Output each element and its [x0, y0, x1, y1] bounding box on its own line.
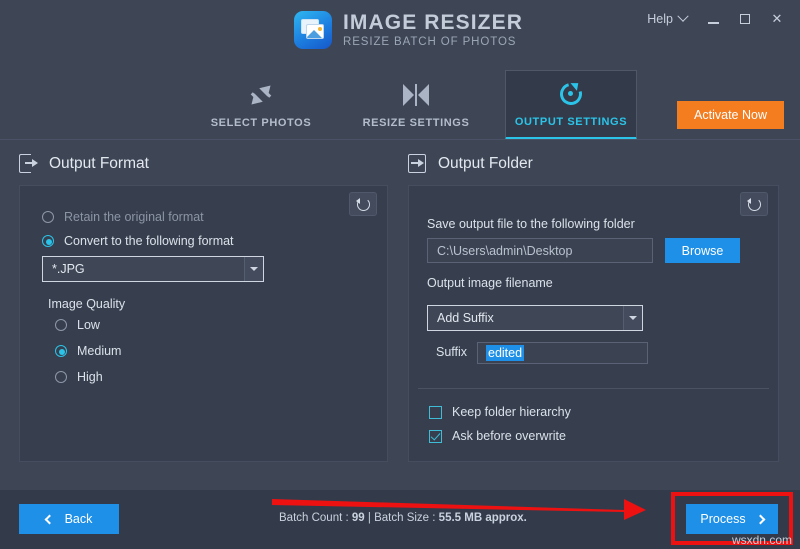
tab-select-photos-label: SELECT PHOTOS — [210, 116, 312, 129]
photos-stack-icon — [294, 11, 332, 49]
process-button[interactable]: Process — [686, 504, 778, 534]
radio-quality-low-label: Low — [77, 318, 100, 332]
app-brand: IMAGE RESIZER RESIZE BATCH OF PHOTOS — [294, 11, 523, 49]
output-format-reset-button[interactable] — [349, 192, 377, 216]
radio-indicator — [55, 345, 67, 357]
radio-indicator — [55, 319, 67, 331]
tab-output-settings-label: OUTPUT SETTINGS — [514, 115, 628, 128]
suffix-label: Suffix — [436, 345, 468, 359]
folder-export-icon — [408, 154, 426, 173]
filename-mode-value: Add Suffix — [437, 311, 494, 325]
format-select-value: *.JPG — [52, 262, 85, 276]
radio-quality-high[interactable]: High — [55, 370, 103, 384]
radio-retain-original-format[interactable]: Retain the original format — [42, 210, 204, 224]
image-quality-label: Image Quality — [48, 297, 126, 311]
radio-convert-format[interactable]: Convert to the following format — [42, 234, 234, 248]
batch-size-label: Batch Size : — [374, 512, 436, 524]
checkbox-indicator — [429, 429, 442, 443]
minimize-button[interactable] — [698, 6, 728, 32]
help-menu-button[interactable]: Help — [638, 7, 696, 31]
suffix-input[interactable]: edited — [477, 342, 648, 364]
batch-size-value: 55.5 MB approx. — [438, 512, 527, 524]
app-subtitle: RESIZE BATCH OF PHOTOS — [343, 35, 517, 48]
batch-info: Batch Count : 99 | Batch Size : 55.5 MB … — [279, 512, 527, 524]
format-select[interactable]: *.JPG — [42, 256, 264, 282]
checkbox-ask-before-overwrite-label: Ask before overwrite — [452, 429, 566, 443]
radio-indicator — [42, 211, 54, 223]
reset-undo-icon — [355, 197, 370, 211]
tab-output-settings[interactable]: OUTPUT SETTINGS — [505, 70, 637, 140]
suffix-value: edited — [486, 345, 525, 361]
tab-resize-settings-label: RESIZE SETTINGS — [362, 116, 470, 129]
radio-retain-original-format-label: Retain the original format — [64, 210, 204, 224]
batch-count-label: Batch Count : — [279, 512, 349, 524]
back-button-label: Back — [64, 512, 93, 526]
output-folder-title: Output Folder — [438, 154, 533, 172]
maximize-icon — [740, 14, 750, 24]
export-box-icon — [19, 154, 38, 173]
checkbox-indicator — [429, 405, 442, 419]
window-controls: Help ✕ — [638, 6, 792, 32]
radio-quality-high-label: High — [77, 370, 103, 384]
batch-info-separator: | — [367, 512, 371, 524]
radio-quality-low[interactable]: Low — [55, 318, 100, 332]
process-button-label: Process — [700, 512, 746, 526]
checkbox-keep-folder-hierarchy[interactable]: Keep folder hierarchy — [429, 405, 571, 419]
filename-mode-select[interactable]: Add Suffix — [427, 305, 643, 331]
image-resizer-window: IMAGE RESIZER RESIZE BATCH OF PHOTOS Hel… — [0, 0, 800, 549]
chevron-down-icon — [677, 10, 689, 22]
radio-quality-medium-label: Medium — [77, 344, 122, 358]
radio-convert-format-label: Convert to the following format — [64, 234, 234, 248]
caret-down-icon[interactable] — [244, 257, 263, 281]
output-path-input[interactable]: C:\Users\admin\Desktop — [427, 238, 653, 263]
radio-indicator — [42, 235, 54, 247]
output-path-value: C:\Users\admin\Desktop — [437, 243, 573, 258]
radio-quality-medium[interactable]: Medium — [55, 344, 121, 358]
caret-down-icon[interactable] — [623, 306, 642, 330]
reset-undo-icon — [746, 197, 761, 211]
close-icon: ✕ — [771, 11, 783, 26]
browse-button[interactable]: Browse — [665, 238, 740, 263]
maximize-button[interactable] — [730, 6, 760, 32]
output-format-heading: Output Format — [19, 154, 149, 173]
title-bar: IMAGE RESIZER RESIZE BATCH OF PHOTOS Hel… — [0, 0, 800, 66]
output-folder-reset-button[interactable] — [740, 192, 768, 216]
batch-count-value: 99 — [351, 512, 365, 524]
output-folder-heading: Output Folder — [408, 154, 533, 173]
refresh-circle-icon — [555, 78, 587, 109]
minimize-icon — [707, 22, 719, 24]
chevron-left-icon — [44, 514, 55, 524]
activate-now-button[interactable]: Activate Now — [677, 101, 784, 129]
radio-indicator — [55, 371, 67, 383]
save-output-label: Save output file to the following folder — [427, 217, 635, 231]
output-format-title: Output Format — [49, 154, 149, 172]
tab-resize-settings[interactable]: RESIZE SETTINGS — [350, 70, 482, 140]
close-button[interactable]: ✕ — [762, 6, 792, 32]
output-filename-label: Output image filename — [427, 276, 553, 290]
compress-triangles-icon — [403, 82, 429, 108]
expand-arrows-icon — [247, 80, 275, 109]
output-folder-divider — [418, 388, 769, 389]
back-button[interactable]: Back — [19, 504, 119, 534]
chevron-right-icon — [755, 514, 766, 524]
help-label: Help — [647, 12, 673, 26]
app-title: IMAGE RESIZER — [343, 10, 523, 34]
checkbox-ask-before-overwrite[interactable]: Ask before overwrite — [429, 429, 566, 443]
checkbox-keep-folder-hierarchy-label: Keep folder hierarchy — [452, 405, 571, 419]
tab-select-photos[interactable]: SELECT PHOTOS — [195, 70, 327, 140]
